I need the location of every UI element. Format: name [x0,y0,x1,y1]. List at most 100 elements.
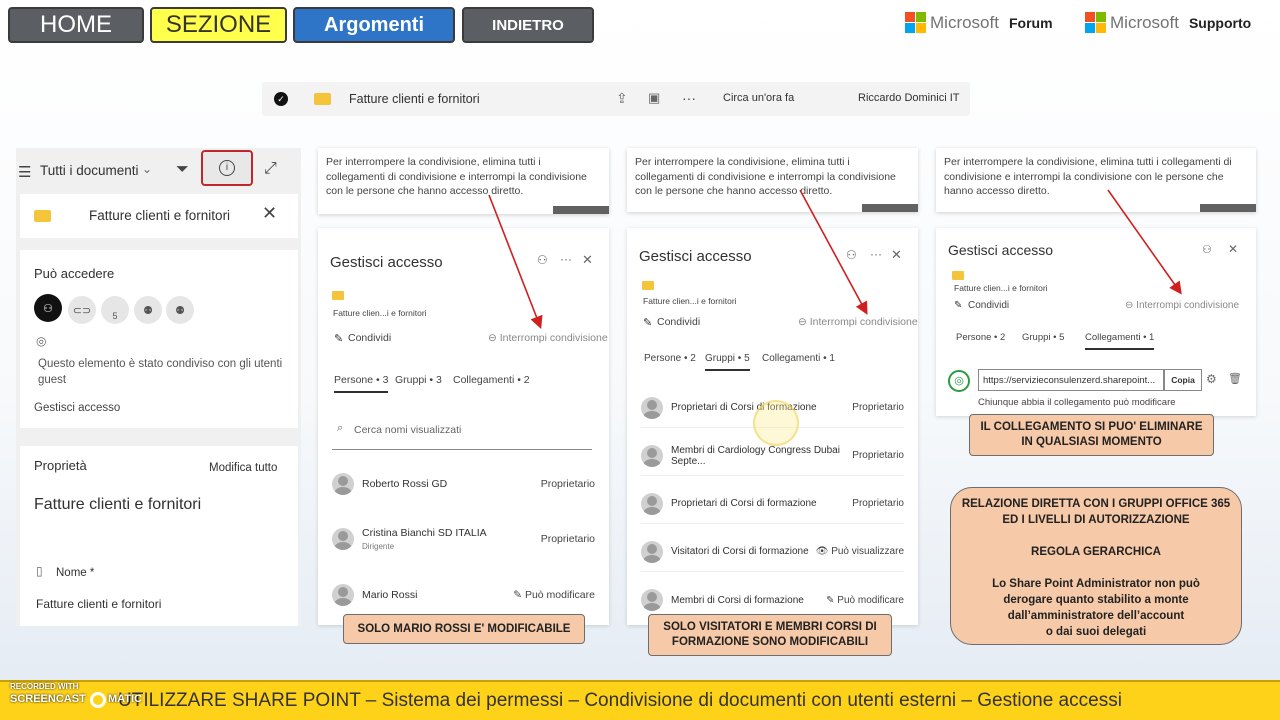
people-icon[interactable]: ⚇ [34,294,62,322]
tab-groups[interactable]: Gruppi • 5 [1022,332,1064,343]
tab-links[interactable]: Collegamenti • 1 [1085,332,1155,350]
recorder-logo-icon [90,692,107,708]
group-role[interactable]: Proprietario [852,498,904,509]
info-button[interactable]: i [201,150,253,186]
chevron-down-icon[interactable]: ⌄ [142,162,152,176]
share-link[interactable]: Condividi [657,316,700,328]
search-input[interactable]: ⌕ Cerca nomi visualizzati [332,414,592,450]
name-field-value[interactable]: Fatture clienti e fornitori [36,597,161,611]
manage-access-link[interactable]: Gestisci accesso [34,402,120,414]
link-icon[interactable]: ⊂⊃ [68,296,96,324]
sezione-button[interactable]: SEZIONE [150,7,287,43]
people-row[interactable]: Roberto Rossi GD Proprietario [332,464,595,504]
person-role[interactable]: ✎ Può modificare [513,589,595,601]
info-icon: i [219,160,235,176]
microsoft-wordmark: Microsoft [930,12,999,32]
tab-people[interactable]: Persone • 3 [334,374,389,393]
people-row[interactable]: Cristina Bianchi SD ITALIA Dirigente Pro… [332,519,595,559]
microsoft-supporto-link[interactable]: Microsoft Supporto [1085,12,1251,33]
file-name[interactable]: Fatture clienti e fornitori [349,92,480,106]
hamburger-icon[interactable]: ☰ [18,163,31,181]
note-line: ED I LIVELLI DI AUTORIZZAZIONE [1002,514,1190,526]
people-settings-icon[interactable]: ⚇ [1202,243,1212,256]
file-row[interactable]: ✓ Fatture clienti e fornitori ⇪ ▣ ··· Ci… [262,82,970,116]
more-icon[interactable]: ··· [870,247,882,261]
microsoft-wordmark: Microsoft [1110,12,1179,32]
manage-access-panel-people: Gestisci accesso ⚇ ··· ✕ Fatture clien..… [318,228,609,625]
close-icon[interactable]: ✕ [262,203,277,224]
group-icon[interactable]: ⚉ [134,296,162,324]
image-icon[interactable]: ▣ [648,90,660,106]
person-role[interactable]: Proprietario [541,533,595,545]
more-icon[interactable]: ··· [682,90,696,106]
argomenti-button[interactable]: Argomenti [293,7,455,43]
stop-sharing-button[interactable]: ⊖ Interrompi condivisione [488,332,608,344]
share-link[interactable]: Condividi [348,332,391,344]
folder-icon [314,93,331,105]
stop-sharing-button[interactable]: ⊖ Interrompi condivisione [1125,300,1239,311]
watermark-line: RECORDED WITH [10,682,79,691]
properties-heading: Proprietà [34,458,87,473]
indietro-button[interactable]: INDIETRO [462,7,594,43]
people-settings-icon[interactable]: ⚇ [537,253,548,267]
tab-links[interactable]: Collegamenti • 2 [453,374,530,386]
people-row[interactable]: Mario Rossi ✎ Può modificare [332,575,595,615]
copy-link-button[interactable]: Copia [1164,369,1202,391]
expand-icon[interactable]: ⤢ [264,160,277,178]
group-name: Visitatori di Corsi di formazione [671,546,809,557]
avatar [332,528,354,550]
document-title: Fatture clienti e fornitori [34,496,202,513]
trash-icon[interactable]: 🗑 [1228,372,1242,385]
group-row[interactable]: Visitatori di Corsi di formazione 👁 Può … [641,532,904,572]
folder-icon [642,281,654,290]
link-url-field[interactable]: https://servizieconsulenzerd.sharepoint.… [978,369,1164,391]
note-line: RELAZIONE DIRETTA CON I GRUPPI OFFICE 36… [961,498,1231,510]
people-settings-icon[interactable]: ⚇ [846,248,857,262]
tooltip-text: Per interrompere la condivisione, elimin… [326,156,587,197]
close-icon[interactable]: ✕ [582,252,593,268]
share-icon[interactable]: ⇪ [616,90,628,107]
tab-people[interactable]: Persone • 2 [644,353,696,364]
check-icon[interactable]: ✓ [274,92,288,106]
filter-icon[interactable]: ⏷ [176,161,189,179]
note-line: Lo Share Point Administrator non può [992,578,1200,590]
details-title: Fatture clienti e fornitori [89,208,231,223]
group-role[interactable]: 👁 Può visualizzare [816,546,904,557]
group-icon[interactable]: ⚉ [166,296,194,324]
name-field-label: Nome * [56,567,95,579]
group-name: Membri di Cardiology Congress Dubai Sept… [671,444,840,467]
access-heading: Può accedere [34,266,115,281]
group-role[interactable]: Proprietario [852,450,904,461]
more-icon[interactable]: ··· [560,252,572,266]
microsoft-forum-link[interactable]: Microsoft Forum [905,12,1053,33]
tooltip-bar [553,206,609,214]
note-line: IL COLLEGAMENTO SI PUO' ELIMINARE [980,421,1203,433]
guest-count-badge[interactable]: 5 [101,296,129,324]
person-role[interactable]: Proprietario [541,478,595,490]
tab-groups[interactable]: Gruppi • 3 [395,374,442,386]
globe-icon: ◎ [948,370,970,392]
tooltip-bar [1200,204,1256,212]
group-row[interactable]: Proprietari di Corsi di formazione Propr… [641,484,904,524]
view-selector[interactable]: Tutti i documenti [40,163,139,178]
tooltip-text: Per interrompere la condivisione, elimin… [635,156,896,197]
note-office365-relation: RELAZIONE DIRETTA CON I GRUPPI OFFICE 36… [950,487,1242,645]
supporto-label: Supporto [1188,14,1252,31]
group-role[interactable]: ✎ Può modificare [826,595,904,606]
close-icon[interactable]: ✕ [891,247,902,263]
gear-icon[interactable]: ⚙ [1206,372,1217,386]
group-role[interactable]: Proprietario [852,402,904,413]
home-button[interactable]: HOME [8,7,144,43]
group-name: Membri di Corsi di formazione [671,594,804,606]
edit-all-button[interactable]: Modifica tutto [209,462,277,474]
tab-people[interactable]: Persone • 2 [956,332,1005,343]
close-icon[interactable]: ✕ [1228,242,1238,256]
share-link[interactable]: Condividi [968,300,1009,311]
stop-sharing-button[interactable]: ⊖ Interrompi condivisione [798,316,918,328]
folder-name: Fatture clien...i e fornitori [333,308,427,318]
tab-links[interactable]: Collegamenti • 1 [762,353,835,364]
tab-groups[interactable]: Gruppi • 5 [705,353,750,371]
avatar [332,473,354,495]
note-line: IN QUALSIASI MOMENTO [1021,436,1162,448]
access-section: Può accedere ⚇ ⊂⊃ 5 ⚉ ⚉ ◎ Questo element… [20,250,298,428]
